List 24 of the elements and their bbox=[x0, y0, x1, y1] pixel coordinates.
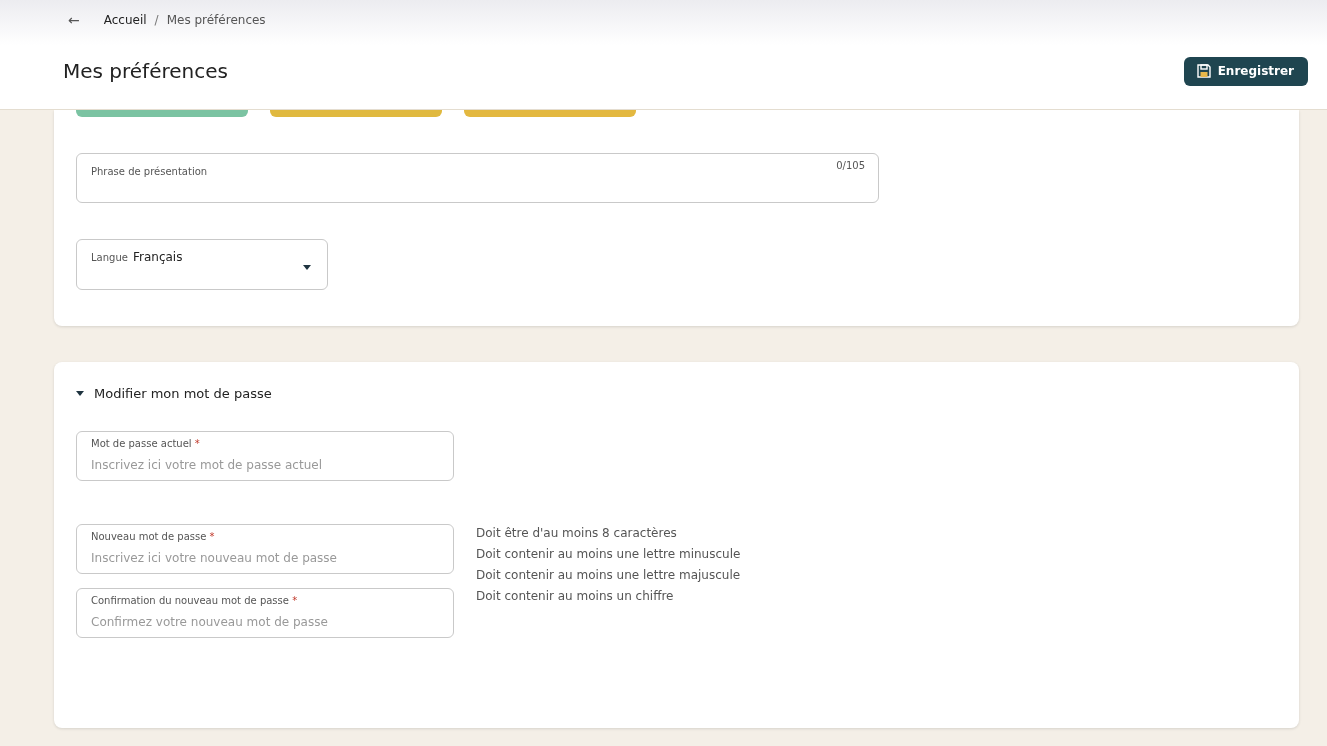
image-thumbnail[interactable] bbox=[464, 110, 636, 117]
section-toggle[interactable]: Modifier mon mot de passe bbox=[76, 386, 1277, 401]
page-title: Mes préférences bbox=[63, 59, 228, 83]
language-dropdown[interactable]: Langue Français bbox=[76, 239, 328, 290]
section-title: Modifier mon mot de passe bbox=[94, 386, 272, 401]
image-thumbnail[interactable] bbox=[76, 110, 248, 117]
back-arrow[interactable]: ← bbox=[68, 12, 80, 28]
password-rule: Doit contenir au moins une lettre minuscule bbox=[476, 547, 741, 561]
dropdown-value: Français bbox=[132, 250, 183, 264]
character-counter: 0/105 bbox=[836, 160, 865, 171]
password-rule: Doit contenir au moins un chiffre bbox=[476, 589, 675, 603]
breadcrumb-link[interactable]: Accueil bbox=[103, 13, 147, 27]
save-button[interactable]: Enregistrer bbox=[1183, 56, 1308, 86]
bio-field[interactable]: Phrase de présentation 0/105 bbox=[76, 153, 879, 203]
field-label: Nouveau mot de passe * bbox=[91, 531, 215, 542]
field-label: Confirmation du nouveau mot de passe * bbox=[91, 595, 298, 606]
field-label: Mot de passe actuel * bbox=[91, 438, 200, 449]
image-thumbnail[interactable] bbox=[270, 110, 442, 117]
field-label: Langue bbox=[91, 252, 128, 263]
password-rule: Doit être d'au moins 8 caractères bbox=[476, 526, 678, 540]
password-rule: Doit contenir au moins une lettre majuscule bbox=[476, 568, 741, 582]
field-label: Phrase de présentation bbox=[91, 166, 208, 177]
caret-icon bbox=[303, 265, 311, 270]
breadcrumb-separator: / bbox=[154, 13, 159, 27]
